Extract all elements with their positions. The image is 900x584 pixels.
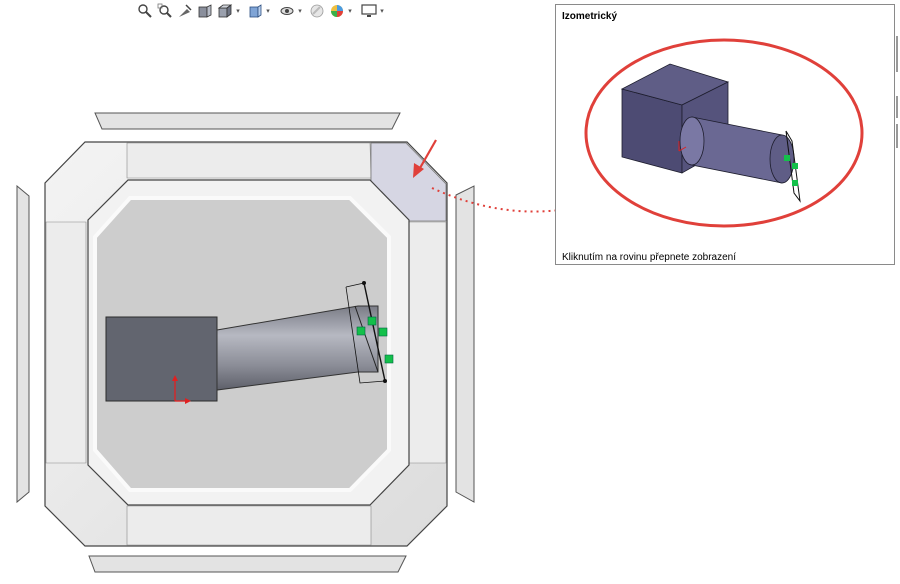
view-settings-icon[interactable] (360, 2, 378, 20)
viewcube-left-edge-strip[interactable] (16, 184, 30, 504)
view-orientation-icon[interactable] (216, 2, 234, 20)
green-handle-2[interactable] (356, 326, 366, 336)
sketch-point-bottom[interactable] (383, 379, 387, 383)
viewcube-bottom-edge-strip[interactable] (88, 555, 407, 573)
tooltip-title: Izometrický (562, 11, 618, 22)
preview-handle-3 (792, 180, 798, 186)
view-orientation-dropdown-icon[interactable]: ▾ (234, 2, 242, 20)
green-handle-4[interactable] (384, 354, 394, 364)
zoom-to-fit-icon[interactable] (136, 2, 154, 20)
preview-handle-1 (784, 155, 790, 161)
part-shaft (691, 116, 783, 184)
viewcube-top-edge-strip[interactable] (94, 112, 401, 130)
view-heads-up-toolbar: ▾ ▾ ▾ ▾ ▾ (130, 0, 400, 22)
preview-handle-2 (792, 163, 798, 169)
green-handle-3[interactable] (378, 327, 388, 337)
viewcube-right-edge-strip[interactable] (455, 185, 475, 503)
viewcube-top-bevel[interactable] (126, 142, 372, 179)
viewcube-bottom-bevel[interactable] (126, 505, 372, 546)
part-block[interactable] (105, 316, 218, 402)
edit-appearance-icon[interactable] (308, 2, 326, 20)
viewcube-right-bevel[interactable] (406, 221, 447, 464)
apply-scene-icon[interactable] (328, 2, 346, 20)
display-style-icon[interactable] (246, 2, 264, 20)
apply-scene-dropdown-icon[interactable]: ▾ (346, 2, 354, 20)
view-preview-tooltip: Izometrický Kliknutím na rovinu přepnete… (555, 4, 895, 265)
viewcube-left-bevel[interactable] (45, 221, 87, 464)
section-view-icon[interactable] (196, 2, 214, 20)
zoom-to-area-icon[interactable] (156, 2, 174, 20)
view-selector-cube[interactable] (0, 95, 475, 584)
task-pane-edge (896, 0, 900, 584)
hide-show-dropdown-icon[interactable]: ▾ (296, 2, 304, 20)
isometric-preview (584, 38, 864, 228)
previous-view-icon[interactable] (176, 2, 194, 20)
hide-show-items-icon[interactable] (278, 2, 296, 20)
part-shaft-base (679, 116, 705, 166)
green-handle-1[interactable] (367, 316, 377, 326)
display-style-dropdown-icon[interactable]: ▾ (264, 2, 272, 20)
view-settings-dropdown-icon[interactable]: ▾ (378, 2, 386, 20)
part-shaft-end (769, 134, 795, 184)
tooltip-caption: Kliknutím na rovinu přepnete zobrazení (562, 252, 736, 263)
sketch-point-top[interactable] (362, 281, 366, 285)
